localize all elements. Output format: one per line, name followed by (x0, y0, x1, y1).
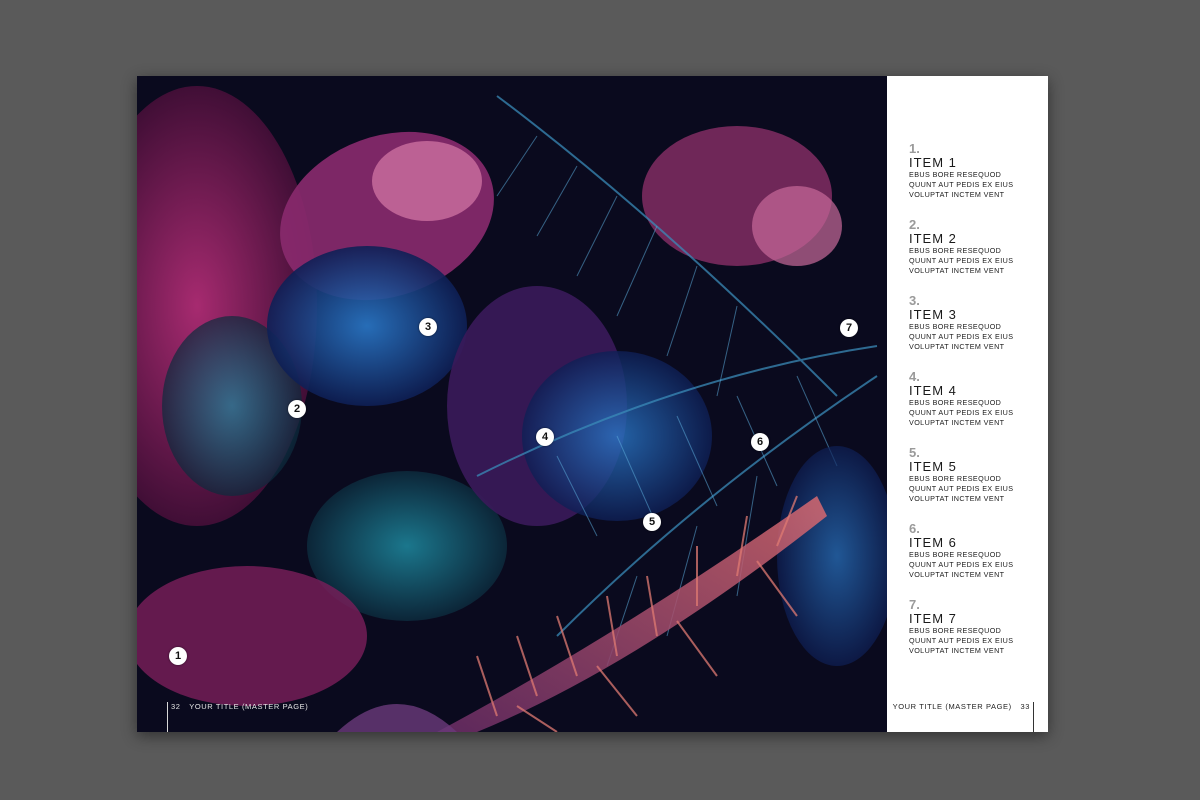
item-number: 5. (909, 445, 920, 460)
item-line: VOLUPTAT INCTEM VENT (909, 190, 1005, 199)
legend-item-7: 7. ITEM 7 EBUS BORE RESEQUOD QUUNT AUT P… (909, 598, 1044, 656)
item-line: QUUNT AUT PEDIS EX EIUS (909, 484, 1014, 493)
item-number: 2. (909, 217, 920, 232)
legend-item-6: 6. ITEM 6 EBUS BORE RESEQUOD QUUNT AUT P… (909, 522, 1044, 580)
marker-5[interactable]: 5 (643, 513, 661, 531)
item-line: EBUS BORE RESEQUOD (909, 246, 1002, 255)
item-title: ITEM 3 (909, 307, 957, 322)
item-number: 4. (909, 369, 920, 384)
marker-3[interactable]: 3 (419, 318, 437, 336)
item-line: EBUS BORE RESEQUOD (909, 398, 1002, 407)
marker-7[interactable]: 7 (840, 319, 858, 337)
item-line: EBUS BORE RESEQUOD (909, 626, 1002, 635)
right-page-title: YOUR TITLE (MASTER PAGE) (892, 702, 1012, 711)
legend-page: 1. ITEM 1 EBUS BORE RESEQUOD QUUNT AUT P… (887, 76, 1048, 732)
item-line: QUUNT AUT PEDIS EX EIUS (909, 332, 1014, 341)
item-line: QUUNT AUT PEDIS EX EIUS (909, 636, 1014, 645)
item-title: ITEM 1 (909, 155, 957, 170)
item-line: EBUS BORE RESEQUOD (909, 170, 1002, 179)
item-line: VOLUPTAT INCTEM VENT (909, 266, 1005, 275)
legend-item-3: 3. ITEM 3 EBUS BORE RESEQUOD QUUNT AUT P… (909, 294, 1044, 352)
item-line: VOLUPTAT INCTEM VENT (909, 570, 1005, 579)
right-page-number: 33 (1020, 702, 1030, 711)
item-line: VOLUPTAT INCTEM VENT (909, 494, 1005, 503)
left-page-number: 32 (171, 702, 181, 711)
item-line: EBUS BORE RESEQUOD (909, 550, 1002, 559)
item-line: VOLUPTAT INCTEM VENT (909, 646, 1005, 655)
item-line: QUUNT AUT PEDIS EX EIUS (909, 256, 1014, 265)
item-number: 1. (909, 141, 920, 156)
left-page-title: YOUR TITLE (MASTER PAGE) (189, 702, 309, 711)
item-line: QUUNT AUT PEDIS EX EIUS (909, 180, 1014, 189)
item-title: ITEM 5 (909, 459, 957, 474)
marker-4[interactable]: 4 (536, 428, 554, 446)
item-title: ITEM 7 (909, 611, 957, 626)
item-title: ITEM 6 (909, 535, 957, 550)
magazine-spread: 1 2 3 4 5 6 7 32 YOUR TITLE (MASTER PAGE… (137, 76, 1048, 732)
item-number: 3. (909, 293, 920, 308)
photo-page: 1 2 3 4 5 6 7 32 YOUR TITLE (MASTER PAGE… (137, 76, 887, 732)
legend-item-1: 1. ITEM 1 EBUS BORE RESEQUOD QUUNT AUT P… (909, 142, 1044, 200)
item-title: ITEM 4 (909, 383, 957, 398)
left-page-folio: 32 YOUR TITLE (MASTER PAGE) (167, 702, 308, 732)
tropical-leaves-photo (137, 76, 887, 732)
item-line: QUUNT AUT PEDIS EX EIUS (909, 560, 1014, 569)
item-line: QUUNT AUT PEDIS EX EIUS (909, 408, 1014, 417)
marker-6[interactable]: 6 (751, 433, 769, 451)
legend-item-2: 2. ITEM 2 EBUS BORE RESEQUOD QUUNT AUT P… (909, 218, 1044, 276)
item-line: VOLUPTAT INCTEM VENT (909, 418, 1005, 427)
right-page-folio: YOUR TITLE (MASTER PAGE) 33 (893, 702, 1034, 732)
item-line: EBUS BORE RESEQUOD (909, 322, 1002, 331)
item-line: VOLUPTAT INCTEM VENT (909, 342, 1005, 351)
item-line: EBUS BORE RESEQUOD (909, 474, 1002, 483)
legend-item-5: 5. ITEM 5 EBUS BORE RESEQUOD QUUNT AUT P… (909, 446, 1044, 504)
item-number: 6. (909, 521, 920, 536)
item-title: ITEM 2 (909, 231, 957, 246)
marker-1[interactable]: 1 (169, 647, 187, 665)
legend-item-4: 4. ITEM 4 EBUS BORE RESEQUOD QUUNT AUT P… (909, 370, 1044, 428)
item-number: 7. (909, 597, 920, 612)
marker-2[interactable]: 2 (288, 400, 306, 418)
